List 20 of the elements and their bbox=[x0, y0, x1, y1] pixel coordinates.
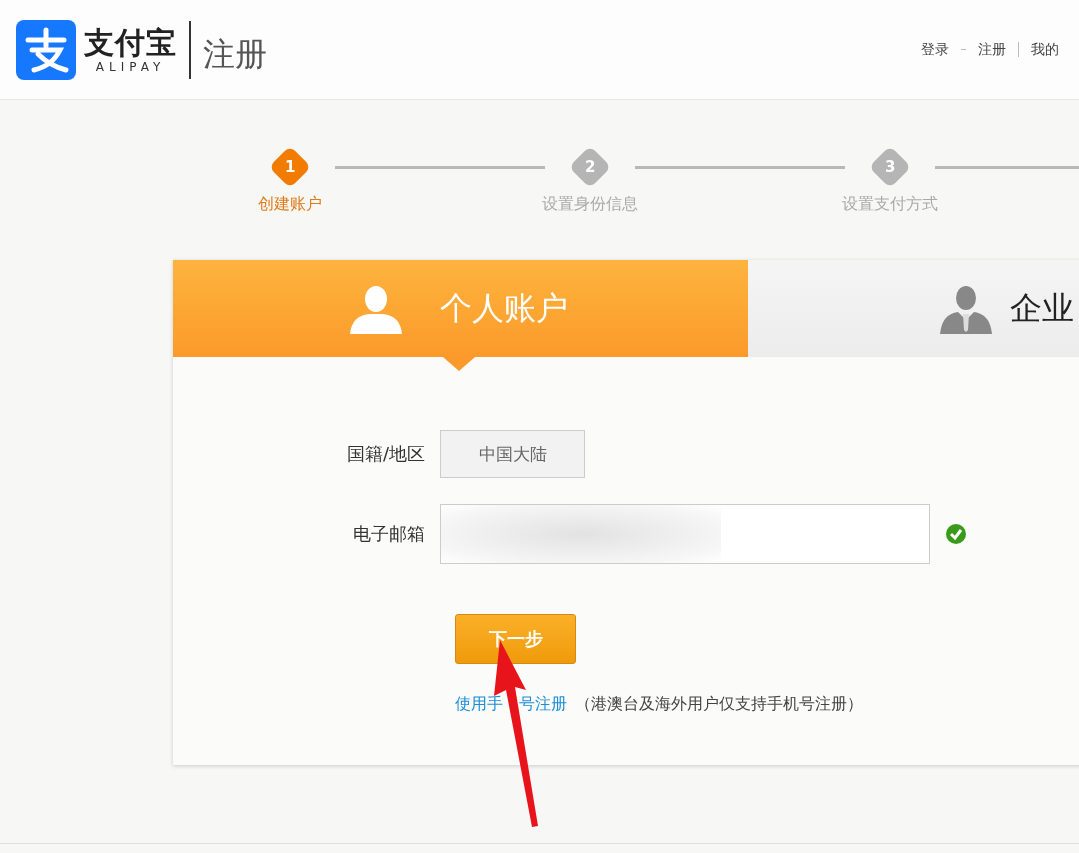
businessman-icon bbox=[938, 283, 994, 334]
note-text: （港澳台及海外用户仅支持手机号注册） bbox=[575, 694, 863, 715]
logo-subtitle: ALIPAY bbox=[95, 59, 166, 74]
person-icon bbox=[348, 283, 404, 334]
tab-pointer bbox=[443, 357, 475, 371]
nav-link[interactable]: 注册 bbox=[978, 40, 1006, 59]
field-label: 电子邮箱 bbox=[352, 522, 426, 546]
page-title: 注册 bbox=[203, 33, 267, 75]
region-select[interactable]: 中国大陆 bbox=[440, 430, 585, 478]
field-label: 国籍/地区 bbox=[345, 442, 426, 466]
phone-register-link[interactable]: 使用手 号注册 bbox=[455, 694, 567, 715]
email-field[interactable] bbox=[440, 504, 930, 564]
step-label: 设置身份信息 bbox=[542, 194, 638, 215]
step-label: 设置支付方式 bbox=[842, 194, 938, 215]
nav-link[interactable]: 登录 bbox=[921, 40, 949, 59]
logo-text: 支付宝 bbox=[84, 25, 177, 60]
logo-icon bbox=[16, 19, 76, 80]
nav-link[interactable]: 我的 bbox=[1031, 40, 1059, 59]
account-tab[interactable]: 企业 bbox=[748, 260, 1079, 357]
step-label: 创建账户 bbox=[258, 194, 322, 215]
